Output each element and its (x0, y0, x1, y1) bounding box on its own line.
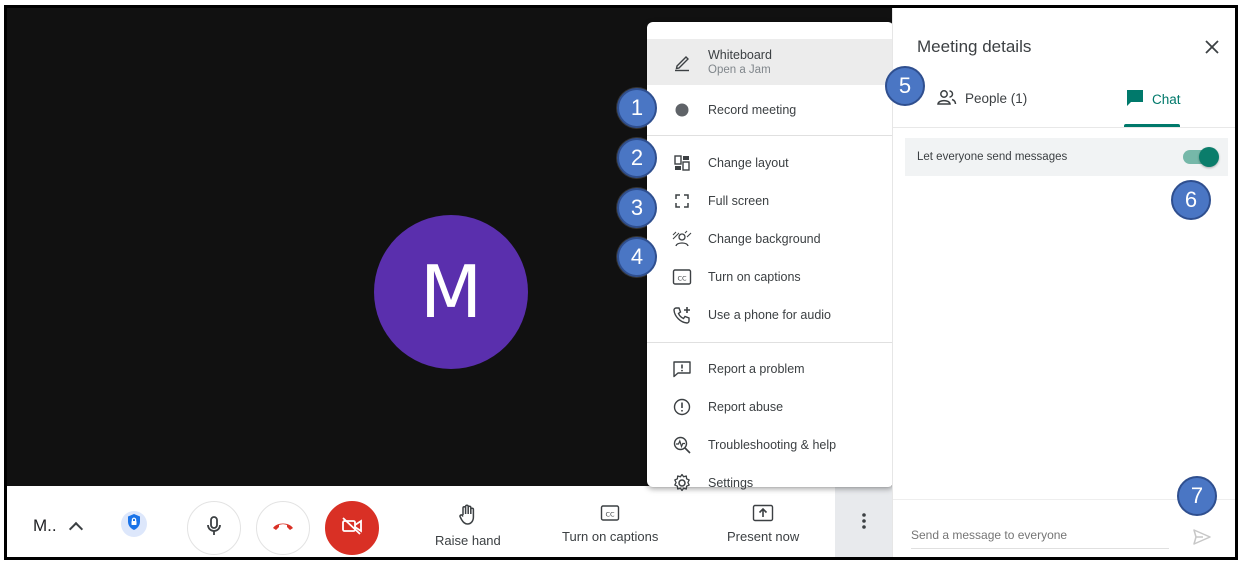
report-problem-icon (671, 358, 693, 380)
camera-off-icon (341, 516, 363, 540)
phone-add-icon (671, 304, 693, 326)
menu-item-settings[interactable]: Settings (647, 465, 894, 501)
present-label: Present now (727, 529, 800, 544)
present-now-button[interactable]: Present now (727, 504, 799, 544)
callout-7: 7 (1177, 476, 1217, 516)
callout-1: 1 (617, 88, 657, 128)
raise-hand-button[interactable]: Raise hand (435, 504, 501, 548)
svg-text:CC: CC (606, 511, 616, 519)
settings-icon (671, 472, 693, 494)
pen-icon (671, 51, 693, 73)
menu-item-label: Change background (708, 232, 821, 246)
hang-up-icon (271, 519, 295, 537)
svg-text:CC: CC (677, 275, 687, 283)
menu-item-label: Change layout (708, 156, 789, 170)
menu-item-whiteboard[interactable]: Whiteboard Open a Jam (647, 39, 894, 85)
menu-item-label: Settings (708, 476, 754, 490)
callout-4: 4 (617, 237, 657, 277)
captions-button[interactable]: CC Turn on captions (562, 504, 658, 544)
tab-people[interactable]: People (1) (936, 88, 1027, 109)
chevron-up-icon (68, 521, 83, 537)
meeting-name: M.. (33, 516, 57, 535)
menu-item-label: Report abuse (708, 400, 784, 414)
menu-item-full-screen[interactable]: Full screen (647, 183, 894, 219)
tab-label: People (1) (965, 91, 1028, 106)
callout-5: 5 (885, 66, 925, 106)
background-icon (671, 228, 693, 250)
participant-avatar: M (374, 215, 528, 369)
camera-off-button[interactable] (325, 501, 379, 555)
chat-input-underline (911, 548, 1169, 549)
menu-item-phone-audio[interactable]: Use a phone for audio (647, 297, 894, 333)
menu-divider (647, 135, 894, 136)
let-everyone-send-label: Let everyone send messages (917, 151, 1068, 163)
more-vert-icon (861, 512, 867, 535)
present-icon (752, 504, 774, 525)
meeting-name-toggle[interactable]: M.. (33, 516, 83, 537)
send-message-button[interactable] (1191, 526, 1213, 548)
menu-item-troubleshooting[interactable]: Troubleshooting & help (647, 427, 894, 463)
raise-hand-label: Raise hand (435, 533, 501, 548)
troubleshoot-icon (671, 434, 693, 456)
menu-item-captions[interactable]: CC Turn on captions (647, 259, 894, 295)
meet-window: M M.. Raise hand CC Turn on captions Pre… (4, 5, 1238, 560)
microphone-icon (205, 515, 223, 542)
menu-item-label: Full screen (708, 194, 770, 208)
captions-icon: CC (600, 504, 620, 525)
menu-divider (647, 342, 894, 343)
close-icon (1203, 40, 1221, 60)
close-panel-button[interactable] (1203, 38, 1221, 56)
people-icon (936, 88, 958, 109)
captions-label: Turn on captions (562, 529, 659, 544)
menu-item-label: Whiteboard (708, 48, 772, 62)
menu-item-label: Turn on captions (708, 270, 801, 284)
menu-item-change-layout[interactable]: Change layout (647, 145, 894, 181)
menu-item-label: Report a problem (708, 362, 805, 376)
tab-label: Chat (1152, 92, 1181, 107)
fullscreen-icon (671, 190, 693, 212)
panel-title: Meeting details (917, 37, 1032, 56)
toggle-knob (1199, 147, 1219, 167)
microphone-button[interactable] (187, 501, 241, 555)
chat-message-input[interactable] (911, 528, 1169, 542)
let-everyone-send-row: Let everyone send messages (905, 138, 1228, 176)
callout-2: 2 (617, 138, 657, 178)
leave-call-button[interactable] (256, 501, 310, 555)
menu-item-change-background[interactable]: Change background (647, 221, 894, 257)
menu-item-label: Use a phone for audio (708, 308, 832, 322)
menu-item-label: Troubleshooting & help (708, 438, 837, 452)
menu-item-report-abuse[interactable]: Report abuse (647, 389, 894, 425)
host-controls-button[interactable] (121, 511, 147, 537)
hand-icon (458, 504, 478, 529)
layout-icon (671, 152, 693, 174)
shield-lock-icon (126, 513, 142, 536)
let-everyone-send-toggle[interactable] (1183, 147, 1219, 167)
tab-chat[interactable]: Chat (1125, 88, 1181, 111)
callout-6: 6 (1171, 180, 1211, 220)
send-icon (1191, 529, 1213, 552)
menu-item-sublabel: Open a Jam (708, 64, 771, 76)
record-icon (671, 99, 693, 121)
chat-icon (1125, 88, 1145, 111)
callout-3: 3 (617, 188, 657, 228)
more-options-menu: Whiteboard Open a Jam Record meeting Cha… (647, 22, 894, 492)
captions-icon: CC (671, 266, 693, 288)
report-abuse-icon (671, 396, 693, 418)
menu-item-label: Record meeting (708, 103, 797, 117)
tabs-divider (893, 127, 1235, 128)
meeting-details-panel: Meeting details People (1) Chat Let ever… (892, 8, 1235, 557)
menu-item-report-problem[interactable]: Report a problem (647, 351, 894, 387)
menu-item-record-meeting[interactable]: Record meeting (647, 92, 894, 128)
